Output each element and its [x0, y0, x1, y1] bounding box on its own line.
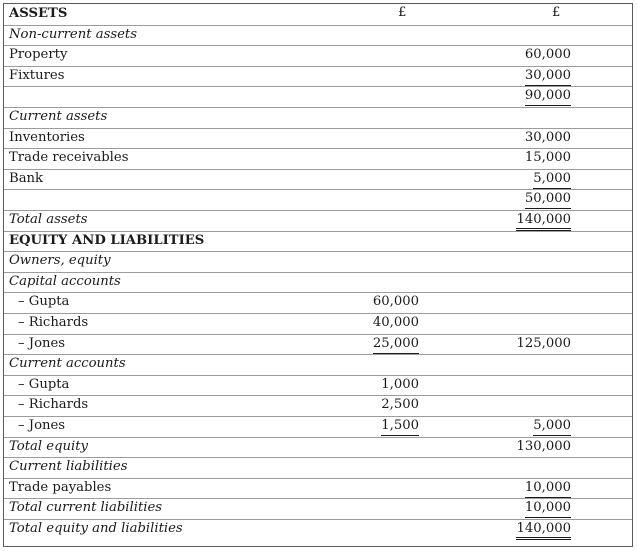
row-label: – Gupta — [18, 376, 70, 392]
row-amount-column-1: 25,000 — [372, 336, 419, 354]
row-label: – Gupta — [18, 294, 70, 310]
row-label: Capital accounts — [9, 273, 121, 289]
row-amount-column-2: 50,000 — [524, 191, 571, 210]
table-row: Total assets 140,000 — [4, 210, 632, 232]
table-row: Owners, equity — [4, 251, 632, 273]
row-amount-column-1: 1,500 — [381, 418, 419, 436]
table-row: – Jones 1,500 5,000 — [4, 416, 632, 438]
row-label: Bank — [9, 170, 44, 186]
row-label: Total current liabilities — [9, 500, 163, 516]
table-row: Trade payables 10,000 — [4, 478, 632, 500]
row-amount-column-2: 90,000 — [524, 88, 571, 107]
row-amount-column-2: 15,000 — [524, 150, 571, 166]
column-2-currency: £ — [552, 5, 561, 20]
row-label: Current assets — [9, 109, 108, 124]
row-amount-column-2: 60,000 — [524, 47, 571, 63]
row-amount-column-1: 60,000 — [372, 294, 419, 310]
table-row: Inventories 30,000 — [4, 128, 632, 150]
row-label: Property — [9, 47, 68, 63]
row-label: – Jones — [18, 418, 66, 433]
row-label: Owners, equity — [9, 253, 111, 269]
row-label: – Richards — [18, 397, 89, 413]
row-amount-column-2: 30,000 — [524, 129, 571, 145]
table-row: – Gupta 1,000 — [4, 375, 632, 397]
table-row: EQUITY AND LIABILITIES — [4, 231, 632, 253]
table-row: Fixtures 30,000 — [4, 66, 632, 88]
row-amount-column-2: 10,000 — [524, 480, 571, 498]
table-row: Total current liabilities 10,000 — [4, 498, 632, 520]
table-row: Total equity 130,000 — [4, 437, 632, 459]
table-row: Capital accounts — [4, 272, 632, 294]
table-row: – Richards 2,500 — [4, 395, 632, 417]
row-label: Current liabilities — [9, 459, 128, 475]
row-label: – Jones — [18, 335, 66, 351]
row-label: Trade payables — [9, 479, 112, 495]
row-amount-column-2: 5,000 — [533, 171, 571, 189]
balance-sheet-table: ASSETS £ £ Non-current assets Property 60,… — [3, 3, 633, 547]
row-label: Fixtures — [9, 67, 65, 83]
table-row: – Jones 25,000 125,000 — [4, 334, 632, 356]
row-label: Current accounts — [9, 356, 126, 372]
row-label: – Richards — [18, 315, 89, 330]
row-amount-column-2: 30,000 — [524, 68, 571, 86]
row-amount-column-2: 130,000 — [516, 438, 571, 454]
table-row: Total equity and liabilities 140,000 — [4, 519, 632, 540]
row-amount-column-2: 125,000 — [516, 335, 571, 351]
row-amount-column-1: 2,500 — [381, 397, 419, 413]
column-1-currency: £ — [398, 5, 407, 20]
table-row: Non-current assets — [4, 25, 632, 47]
row-amount-column-1: 1,000 — [381, 376, 419, 392]
table-row: Current assets — [4, 107, 632, 129]
table-row: 50,000 — [4, 189, 632, 211]
row-label: Total equity and liabilities — [9, 521, 183, 536]
table-row: Current accounts — [4, 354, 632, 376]
row-amount-column-2: 10,000 — [524, 500, 571, 519]
header-row: ASSETS £ £ — [4, 4, 632, 26]
row-label: Total equity — [9, 438, 88, 454]
row-amount-column-1: 40,000 — [372, 315, 419, 330]
table-row: – Richards 40,000 — [4, 313, 632, 335]
table-row: Property 60,000 — [4, 45, 632, 67]
table-row: Bank 5,000 — [4, 169, 632, 191]
row-amount-column-2: 140,000 — [516, 521, 571, 540]
table-row: Current liabilities — [4, 457, 632, 479]
row-label: Non-current assets — [9, 26, 137, 42]
row-label: Trade receivables — [9, 150, 129, 166]
table-row: 90,000 — [4, 86, 632, 108]
row-label: Inventories — [9, 129, 85, 145]
table-row: – Gupta 60,000 — [4, 292, 632, 314]
header-title: ASSETS — [9, 6, 68, 21]
row-amount-column-2: 5,000 — [533, 418, 571, 436]
row-label: EQUITY AND LIABILITIES — [9, 232, 205, 248]
row-amount-column-2: 140,000 — [516, 212, 571, 231]
row-label: Total assets — [9, 212, 88, 227]
table-row: Trade receivables 15,000 — [4, 148, 632, 170]
